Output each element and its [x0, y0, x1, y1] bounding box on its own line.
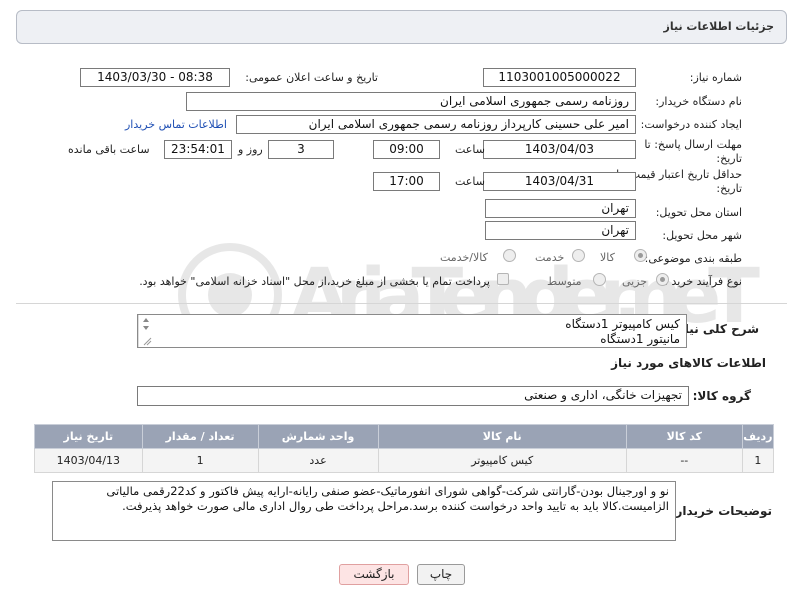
province-field: تهران [485, 199, 636, 218]
goods-group-field: تجهیزات خانگی، اداری و صنعتی [137, 386, 689, 406]
city-label: شهر محل تحویل: [662, 229, 742, 242]
category-goods-service-radio[interactable] [503, 249, 516, 262]
col-need-date: تاریخ نیاز [34, 424, 143, 449]
process-minor-radio[interactable] [656, 273, 669, 286]
category-service-label: خدمت [535, 251, 565, 264]
need-number-field: 1103001005000022 [483, 68, 636, 87]
deadline-label: مهلت ارسال پاسخ: تا تاریخ: [644, 138, 742, 165]
buyer-org-label: نام دستگاه خریدار: [655, 95, 742, 108]
col-goods-code: کد کالا [625, 424, 743, 449]
remaining-time-field: 23:54:01 [164, 140, 232, 159]
cell-need-date: 1403/04/13 [34, 448, 143, 473]
col-unit: واحد شمارش [257, 424, 379, 449]
col-row-number: ردیف [741, 424, 775, 449]
description-line-1: کیس کامپیوتر 1دستگاه [565, 317, 680, 331]
deadline-time-label: ساعت [455, 143, 485, 156]
scroll-arrows-icon [143, 318, 152, 346]
category-goods-service-label: کالا/خدمت [440, 251, 488, 264]
goods-table-header: ردیف کد کالا نام کالا واحد شمارش تعداد /… [34, 424, 775, 449]
need-number-label: شماره نیاز: [689, 71, 742, 84]
process-medium-radio[interactable] [593, 273, 606, 286]
process-medium-label: متوسط [547, 275, 582, 288]
col-quantity: تعداد / مقدار [141, 424, 259, 449]
print-button[interactable]: چاپ [417, 564, 465, 585]
category-goods-radio[interactable] [634, 249, 647, 262]
buyer-notes-textarea[interactable]: نو و اورجینال بودن-گارانتی شرکت-گواهی شو… [52, 481, 676, 541]
table-row: 1 -- کیس کامپیوتر عدد 1 1403/04/13 [34, 448, 775, 473]
days-label: روز و [238, 143, 263, 156]
description-textarea[interactable]: کیس کامپیوتر 1دستگاه مانیتور 1دستگاه [137, 314, 687, 348]
city-field: تهران [485, 221, 636, 240]
buyer-notes-label: توضیحات خریدار: [670, 504, 772, 518]
price-validity-date-field: 1403/04/31 [483, 172, 636, 191]
goods-group-label: گروه کالا: [692, 389, 751, 403]
description-scrollbar[interactable] [138, 315, 152, 347]
province-label: استان محل تحویل: [655, 206, 742, 219]
buyer-org-field: روزنامه رسمی جمهوری اسلامی ایران [186, 92, 636, 111]
page-title: جزئیات اطلاعات نیاز [663, 20, 775, 33]
cell-row-number: 1 [741, 448, 775, 473]
announce-datetime-field: 1403/03/30 - 08:38 [80, 68, 230, 87]
back-button[interactable]: بازگشت [339, 564, 409, 585]
section-divider [16, 303, 787, 304]
validity-time-label: ساعت [455, 175, 485, 188]
details-header-panel: جزئیات اطلاعات نیاز [16, 10, 787, 44]
description-line-2: مانیتور 1دستگاه [600, 332, 680, 346]
treasury-payment-note: پرداخت تمام یا بخشی از مبلغ خرید،از محل … [139, 275, 490, 288]
creator-label: ایجاد کننده درخواست: [640, 118, 742, 131]
category-goods-label: کالا [600, 251, 615, 264]
deadline-date-field: 1403/04/03 [483, 140, 636, 159]
deadline-time-field: 09:00 [373, 140, 440, 159]
creator-field: امیر علی حسینی کارپرداز روزنامه رسمی جمه… [236, 115, 636, 134]
col-goods-name: نام کالا [377, 424, 627, 449]
buyer-contact-link[interactable]: اطلاعات تماس خریدار [125, 118, 227, 131]
cell-goods-name: کیس کامپیوتر [377, 448, 627, 473]
purchase-process-label: نوع فرآیند خرید : [664, 275, 742, 288]
treasury-payment-checkbox[interactable] [497, 273, 509, 285]
announce-datetime-label: تاریخ و ساعت اعلان عمومی: [245, 71, 378, 84]
days-remaining-field: 3 [268, 140, 334, 159]
cell-unit: عدد [257, 448, 379, 473]
remaining-time-label: ساعت باقی مانده [68, 143, 150, 156]
cell-quantity: 1 [141, 448, 259, 473]
category-service-radio[interactable] [572, 249, 585, 262]
category-label: طبقه بندی موضوعی: [644, 252, 742, 265]
goods-section-title: اطلاعات کالاهای مورد نیاز [611, 356, 766, 370]
goods-table: ردیف کد کالا نام کالا واحد شمارش تعداد /… [34, 424, 775, 473]
process-minor-label: جزیی [622, 275, 648, 288]
cell-goods-code: -- [625, 448, 743, 473]
price-validity-time-field: 17:00 [373, 172, 440, 191]
